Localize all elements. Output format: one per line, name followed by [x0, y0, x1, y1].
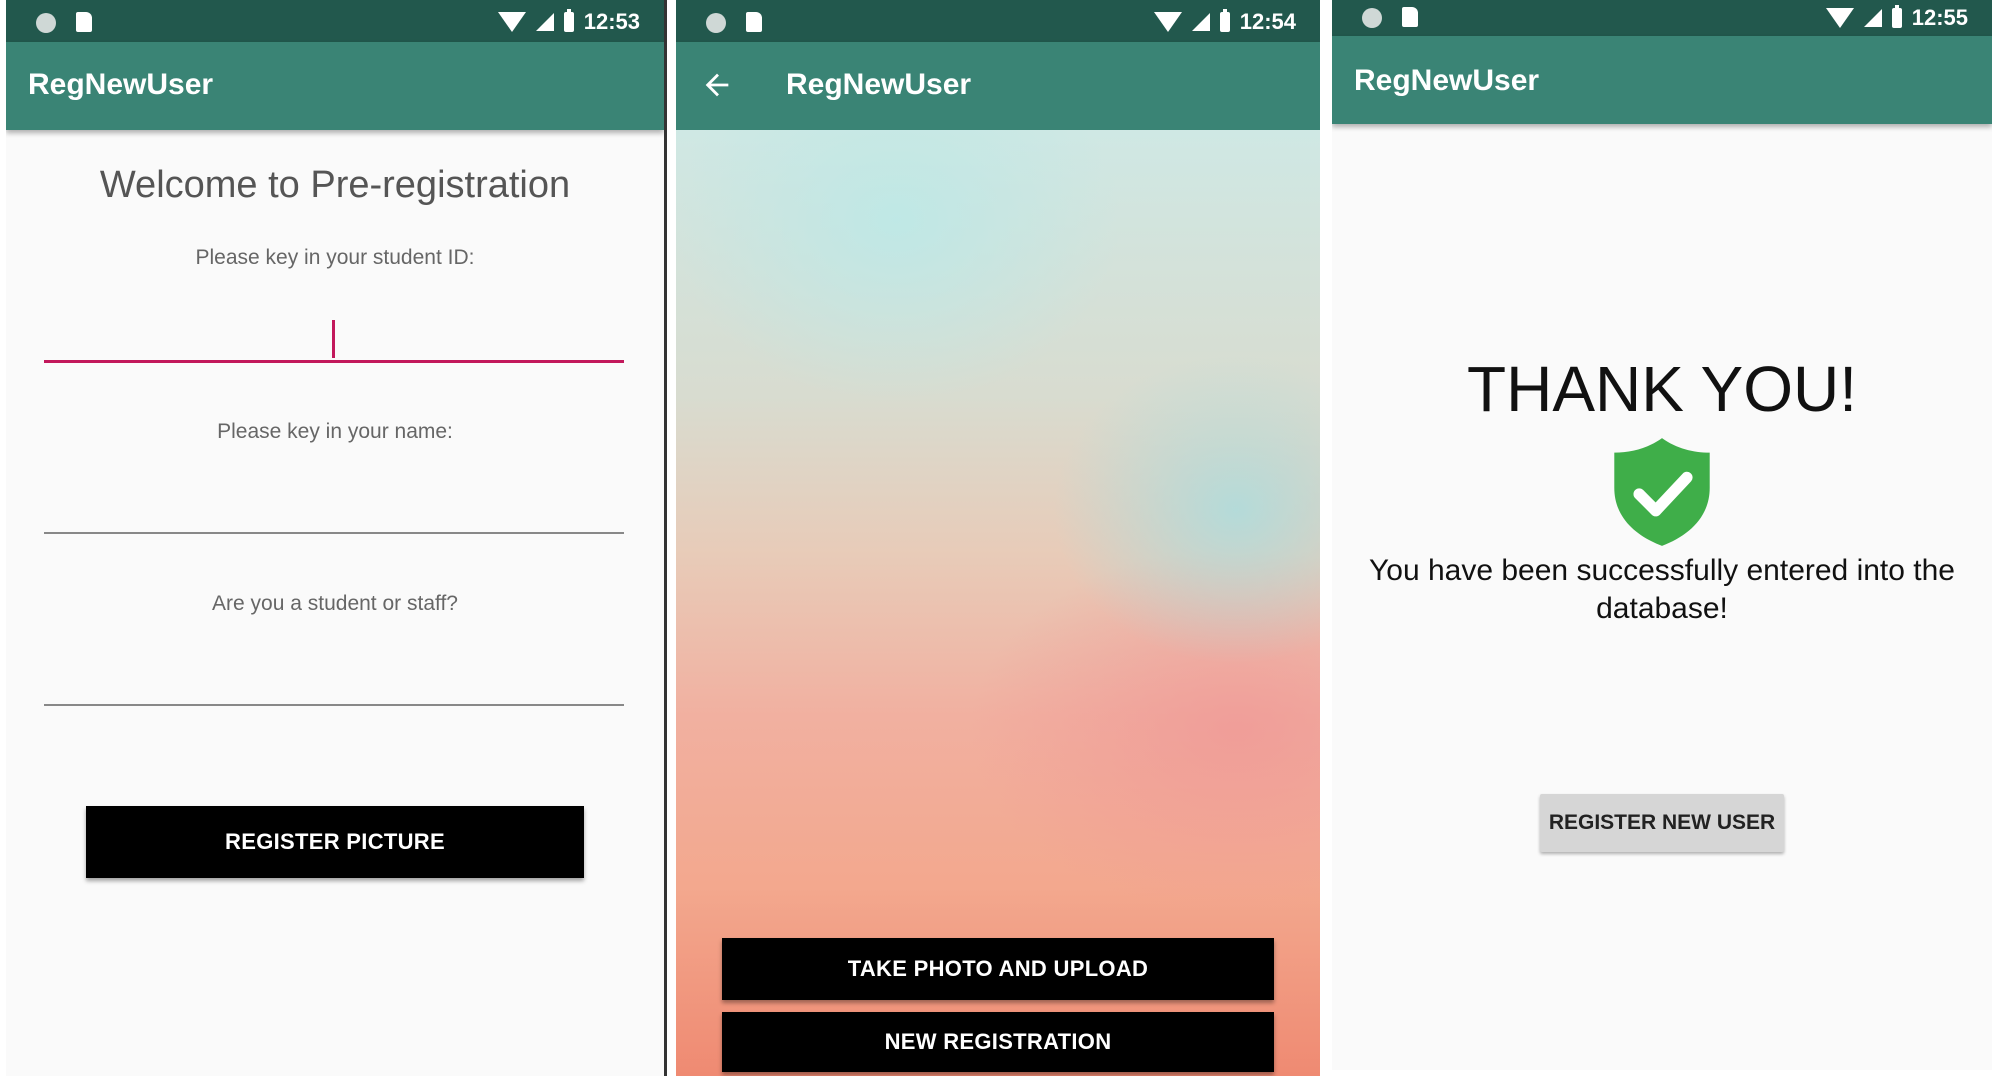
- wifi-icon: [497, 12, 526, 32]
- student-id-field[interactable]: [44, 320, 628, 363]
- battery-icon: [563, 9, 574, 32]
- app-title: RegNewUser: [28, 68, 214, 101]
- student-id-input[interactable]: [44, 320, 628, 362]
- status-bar: 12:55: [1332, 0, 1992, 36]
- status-time: 12:53: [583, 9, 640, 34]
- screen-pre-registration: 12:53 RegNewUser Welcome to Pre-registra…: [6, 0, 664, 1076]
- role-input[interactable]: [44, 664, 628, 706]
- success-message: You have been successfully entered into …: [1369, 554, 1955, 625]
- photo-preview-background: [676, 130, 1320, 1076]
- battery-icon: [1219, 9, 1230, 32]
- back-arrow-icon[interactable]: [700, 68, 734, 102]
- app-bar: RegNewUser: [1332, 36, 1992, 124]
- shield-check-icon: [1614, 438, 1710, 546]
- sd-card-icon: [746, 12, 762, 32]
- sd-card-icon: [76, 12, 92, 32]
- wifi-icon: [1825, 8, 1854, 28]
- register-picture-button[interactable]: REGISTER PICTURE: [86, 806, 584, 878]
- wifi-icon: [1153, 12, 1182, 32]
- screen-take-photo: 12:54 RegNewUser TAKE PHOTO AND UPLOAD N…: [676, 0, 1320, 1076]
- name-input[interactable]: [44, 492, 628, 534]
- thank-you-heading: THANK YOU!: [1467, 353, 1857, 425]
- app-bar: RegNewUser: [6, 42, 664, 130]
- status-bar: 12:54: [676, 0, 1320, 42]
- screen-thank-you: 12:55 RegNewUser THANK YOU! You have bee…: [1332, 0, 1992, 1070]
- signal-icon: [1863, 9, 1882, 27]
- app-bar: RegNewUser: [676, 42, 1320, 130]
- name-label: Please key in your name:: [217, 420, 453, 443]
- name-field[interactable]: [44, 492, 628, 534]
- status-time: 12:54: [1239, 9, 1296, 34]
- text-cursor: [332, 320, 335, 358]
- sd-card-icon: [1402, 7, 1418, 27]
- take-photo-upload-button[interactable]: TAKE PHOTO AND UPLOAD: [722, 938, 1274, 1000]
- notification-dot-icon: [706, 13, 726, 33]
- signal-icon: [535, 13, 554, 31]
- screen-divider: [664, 0, 667, 1076]
- status-bar: 12:53: [6, 0, 664, 42]
- status-time: 12:55: [1911, 5, 1968, 30]
- app-title: RegNewUser: [786, 68, 972, 101]
- notification-dot-icon: [36, 13, 56, 33]
- signal-icon: [1191, 13, 1210, 31]
- app-title: RegNewUser: [1354, 64, 1540, 97]
- role-label: Are you a student or staff?: [212, 592, 458, 615]
- role-field[interactable]: [44, 664, 628, 706]
- register-new-user-button[interactable]: REGISTER NEW USER: [1540, 794, 1784, 852]
- battery-icon: [1891, 5, 1902, 28]
- notification-dot-icon: [1362, 8, 1382, 28]
- new-registration-button[interactable]: NEW REGISTRATION: [722, 1012, 1274, 1072]
- welcome-heading: Welcome to Pre-registration: [99, 164, 571, 206]
- student-id-label: Please key in your student ID:: [195, 246, 475, 269]
